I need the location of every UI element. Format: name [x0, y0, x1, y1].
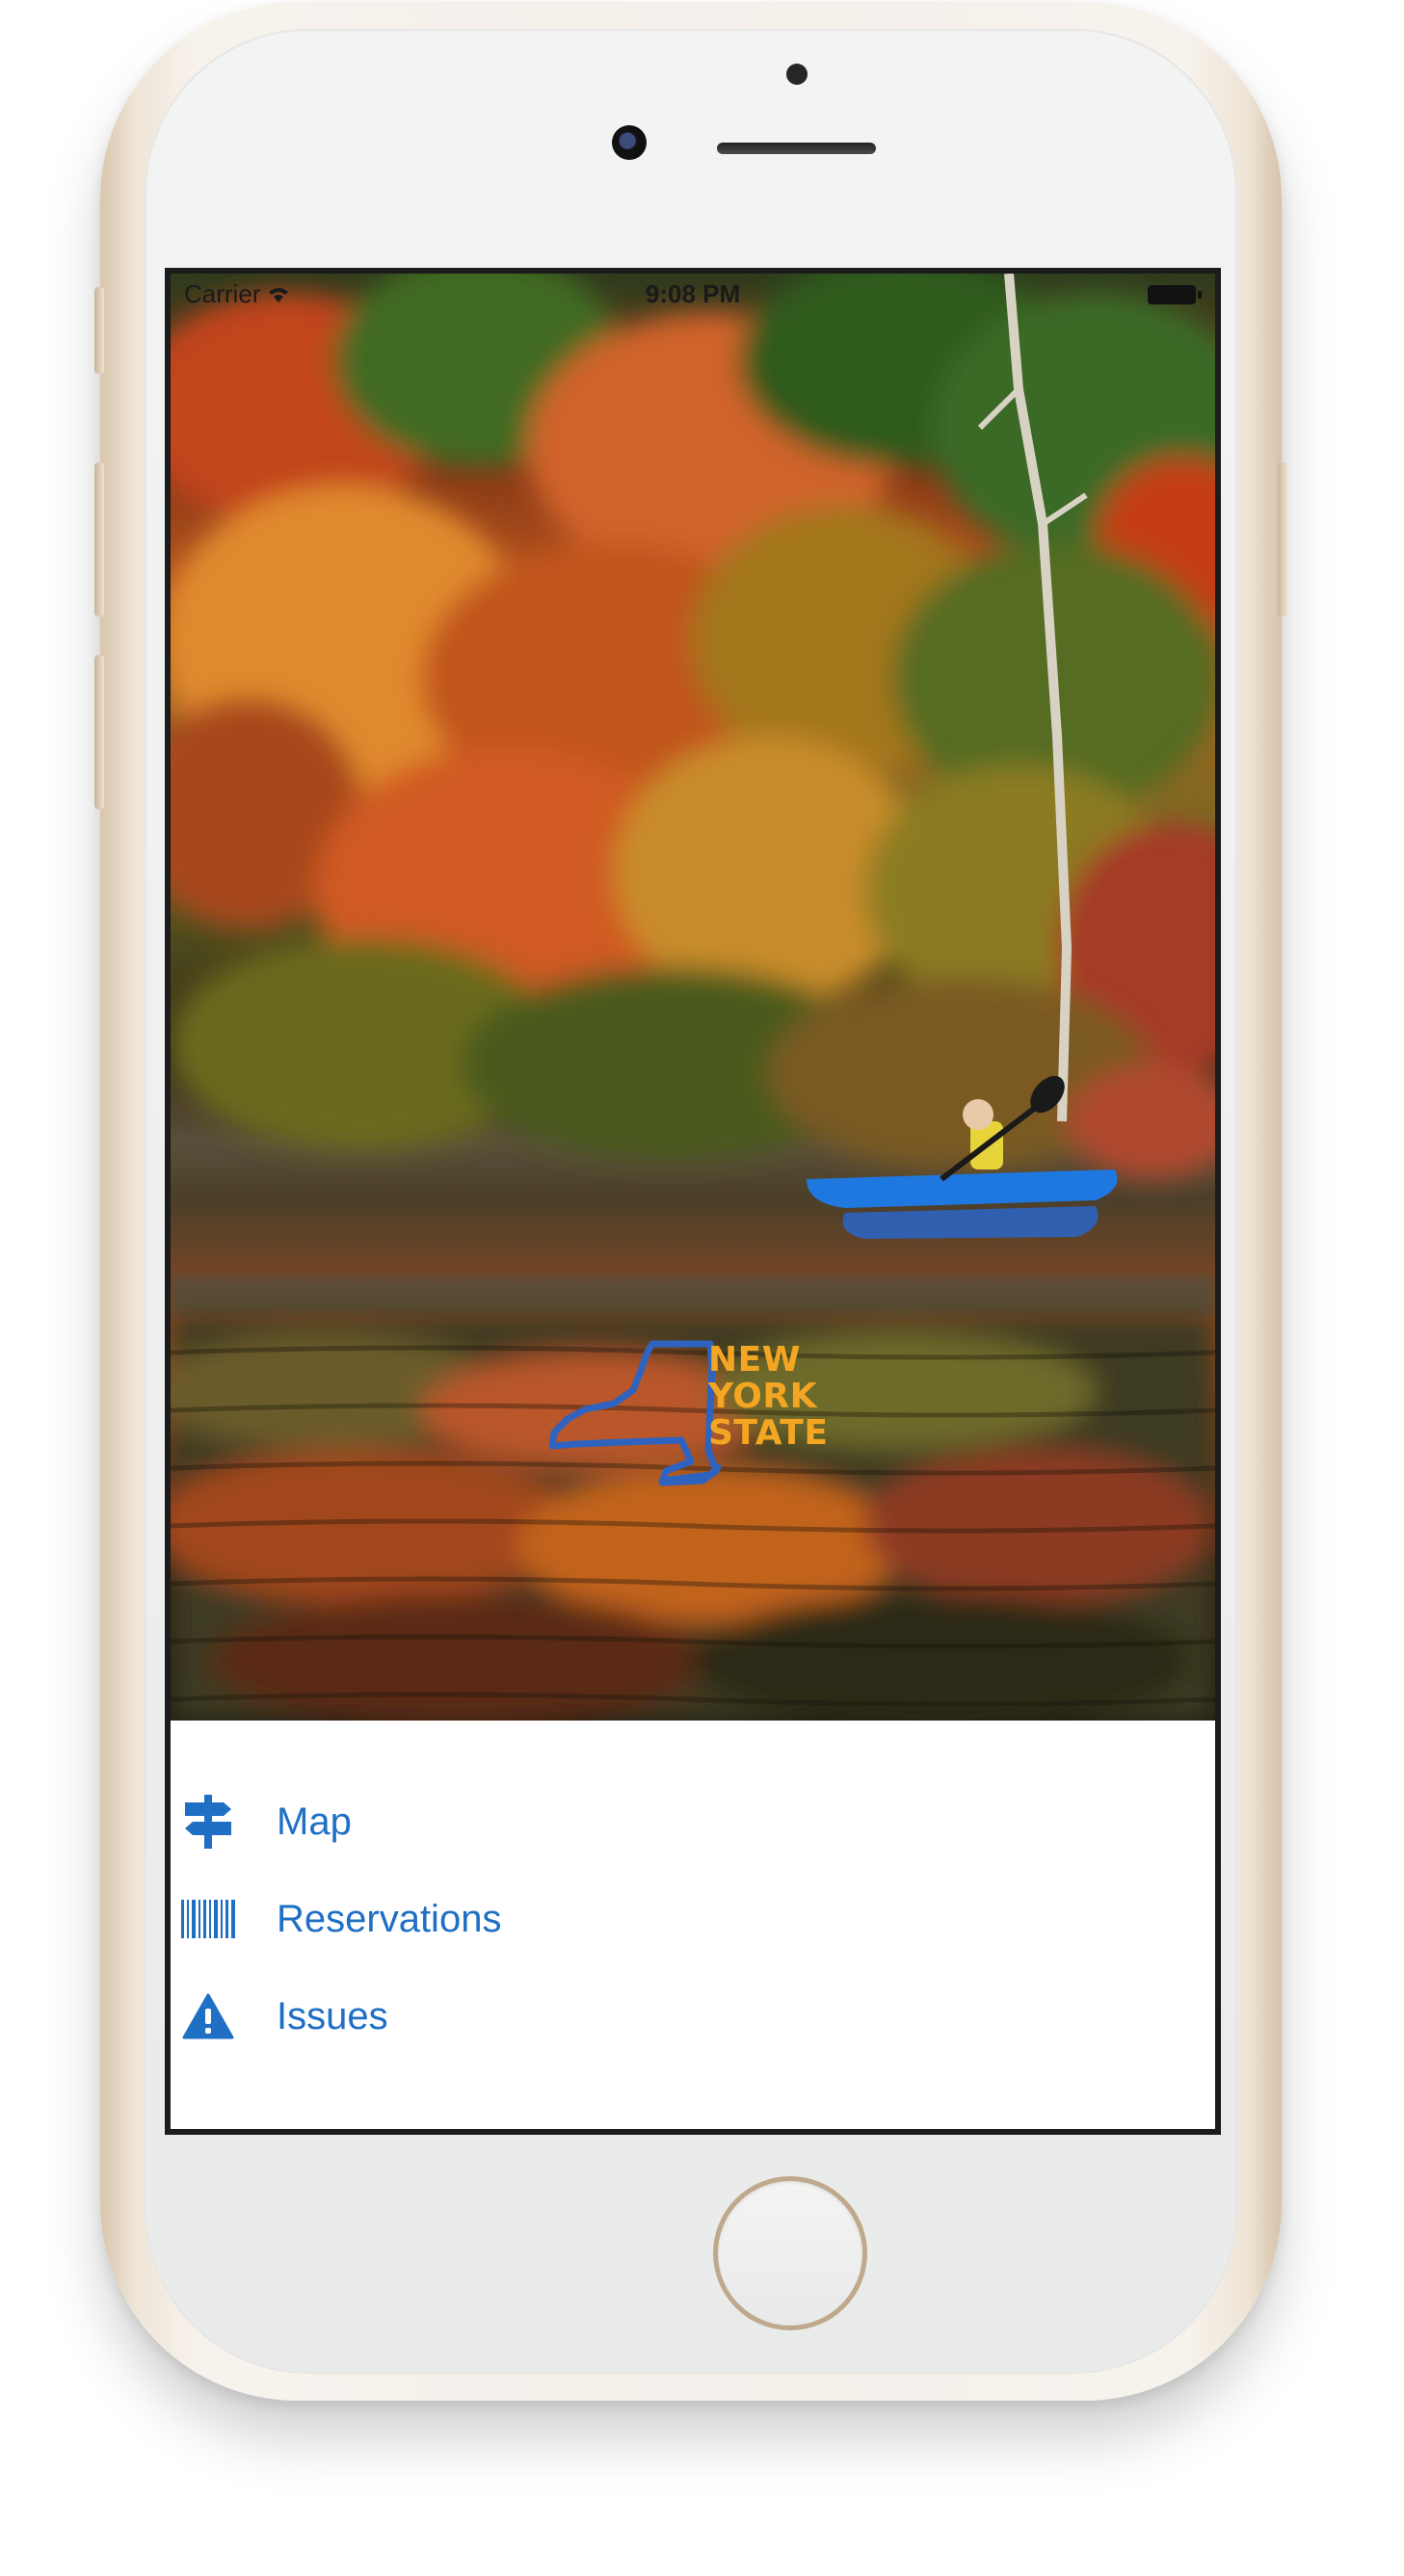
- power-button: [1278, 462, 1287, 617]
- ny-logo-text: NEW YORK STATE: [708, 1342, 828, 1452]
- autumn-lake-photo: [171, 274, 1215, 1721]
- front-camera: [612, 125, 647, 160]
- proximity-sensor: [786, 64, 808, 85]
- home-button[interactable]: [713, 2176, 867, 2330]
- main-menu: Map Reservations Issues: [171, 1721, 1215, 2129]
- warning-icon: [180, 1988, 236, 2044]
- ny-logo-line: STATE: [708, 1413, 829, 1453]
- volume-up-button: [94, 462, 104, 617]
- volume-down-button: [94, 655, 104, 809]
- earpiece-speaker: [717, 143, 876, 154]
- ny-logo-line: NEW: [708, 1340, 801, 1380]
- menu-label-reservations: Reservations: [277, 1897, 502, 1940]
- menu-item-map[interactable]: Map: [171, 1778, 1215, 1865]
- menu-item-reservations[interactable]: Reservations: [171, 1876, 1215, 1962]
- ny-logo-line: YORK: [708, 1377, 818, 1416]
- barcode-icon: [180, 1891, 236, 1947]
- new-york-state-logo: NEW YORK STATE: [546, 1327, 835, 1500]
- menu-label-issues: Issues: [277, 1994, 388, 2037]
- mute-switch: [94, 287, 104, 374]
- status-time: 9:08 PM: [645, 279, 741, 308]
- status-bar: Carrier 9:08 PM: [171, 274, 1215, 312]
- app-screen: Carrier 9:08 PM NEW YORK STATE Map Reser…: [165, 268, 1221, 2135]
- menu-label-map: Map: [277, 1800, 352, 1843]
- hero-image: Carrier 9:08 PM NEW YORK STATE: [171, 274, 1215, 1721]
- signpost-icon: [180, 1794, 236, 1850]
- menu-item-issues[interactable]: Issues: [171, 1973, 1215, 2060]
- battery-icon: [1148, 285, 1202, 304]
